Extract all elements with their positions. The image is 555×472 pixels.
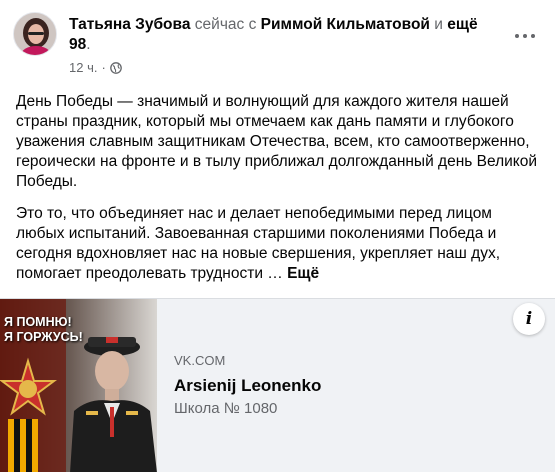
more-dot [523, 34, 527, 38]
link-preview-card[interactable]: Я ПОМНЮ! Я ГОРЖУСЬ! VK.COM Arsienij Leon… [0, 298, 555, 472]
image-caption: Я ПОМНЮ! Я ГОРЖУСЬ! [4, 315, 83, 345]
info-icon: i [525, 309, 533, 329]
link-preview-image[interactable]: Я ПОМНЮ! Я ГОРЖУСЬ! [0, 299, 157, 472]
more-horizontal-icon [515, 34, 519, 38]
image-caption-line: Я ПОМНЮ! [4, 315, 72, 329]
post-paragraph: Это то, что объединяет нас и делает непо… [16, 204, 541, 284]
link-preview-body: VK.COM Arsienij Leonenko Школа № 1080 [174, 353, 321, 419]
conjunction-text: и [434, 16, 443, 33]
post-meta: 12 ч. · [69, 60, 122, 76]
image-caption-line: Я ГОРЖУСЬ! [4, 330, 83, 344]
post-header: Татьяна Зубова сейчас с Риммой Кильматов… [13, 12, 543, 82]
link-domain: VK.COM [174, 353, 226, 368]
link-title[interactable]: Arsienij Leonenko [174, 375, 321, 397]
status-text: сейчас с [194, 16, 257, 33]
post-author-line: Татьяна Зубова сейчас с Риммой Кильматов… [69, 15, 499, 55]
link-description: Школа № 1080 [174, 400, 278, 417]
see-more-link[interactable]: Ещё [287, 265, 319, 282]
post-paragraph-text: Это то, что объединяет нас и делает непо… [16, 205, 500, 282]
more-dot [531, 34, 535, 38]
meta-separator: · [101, 60, 106, 75]
author-avatar[interactable] [13, 12, 57, 56]
info-button[interactable]: i [513, 303, 545, 335]
post-text: День Победы — значимый и волнующий для к… [16, 92, 541, 296]
globe-icon[interactable] [109, 62, 122, 74]
tagged-person-link[interactable]: Риммой Кильматовой [261, 16, 430, 33]
post-paragraph: День Победы — значимый и волнующий для к… [16, 93, 538, 190]
author-name-link[interactable]: Татьяна Зубова [69, 16, 190, 33]
timestamp-link[interactable]: 12 ч. [69, 60, 97, 76]
period-text: . [86, 36, 91, 53]
more-options-button[interactable] [507, 24, 543, 48]
